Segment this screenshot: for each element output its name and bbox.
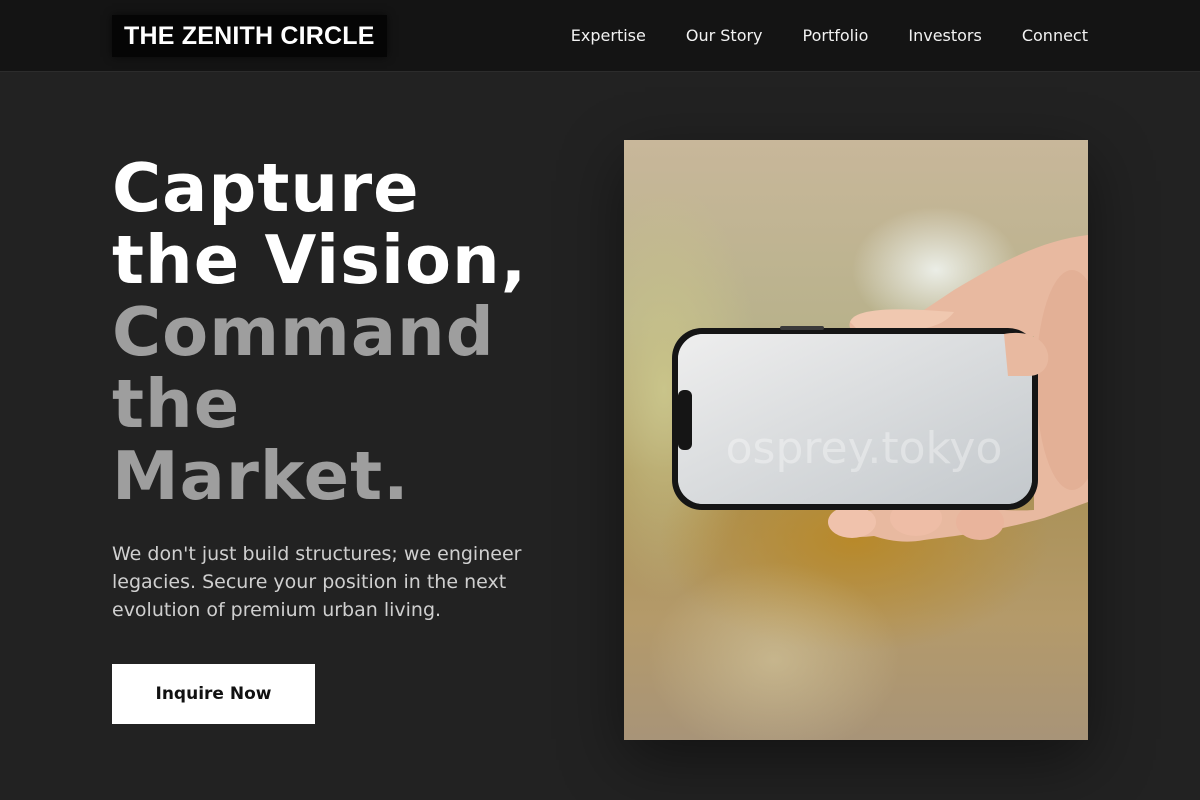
nav-link-our-story[interactable]: Our Story <box>686 26 763 45</box>
image-watermark: osprey.tokyo <box>725 423 1003 474</box>
nav-link-connect[interactable]: Connect <box>1022 26 1088 45</box>
hero-title-line: Capture <box>112 149 420 227</box>
hero-subtitle: We don't just build structures; we engin… <box>112 543 522 621</box>
hero-image: osprey.tokyo <box>624 140 1088 740</box>
inquire-now-button[interactable]: Inquire Now <box>112 664 315 724</box>
hero-title-line: the Vision, <box>112 221 528 299</box>
hero-title-line-accent: Command <box>112 293 495 371</box>
nav-link-portfolio[interactable]: Portfolio <box>803 26 869 45</box>
brand-logo[interactable]: THE ZENITH CIRCLE <box>112 15 387 57</box>
phone-notch <box>678 390 692 450</box>
nav-link-investors[interactable]: Investors <box>908 26 981 45</box>
hero-title-line-accent: Market. <box>112 437 410 515</box>
site-header: THE ZENITH CIRCLE Expertise Our Story Po… <box>0 0 1200 72</box>
nav-link-expertise[interactable]: Expertise <box>571 26 646 45</box>
hero-title: Capture the Vision, Command the Market. <box>112 152 582 512</box>
main-nav: Expertise Our Story Portfolio Investors … <box>571 0 1088 70</box>
hero-title-line-accent: the <box>112 365 241 443</box>
